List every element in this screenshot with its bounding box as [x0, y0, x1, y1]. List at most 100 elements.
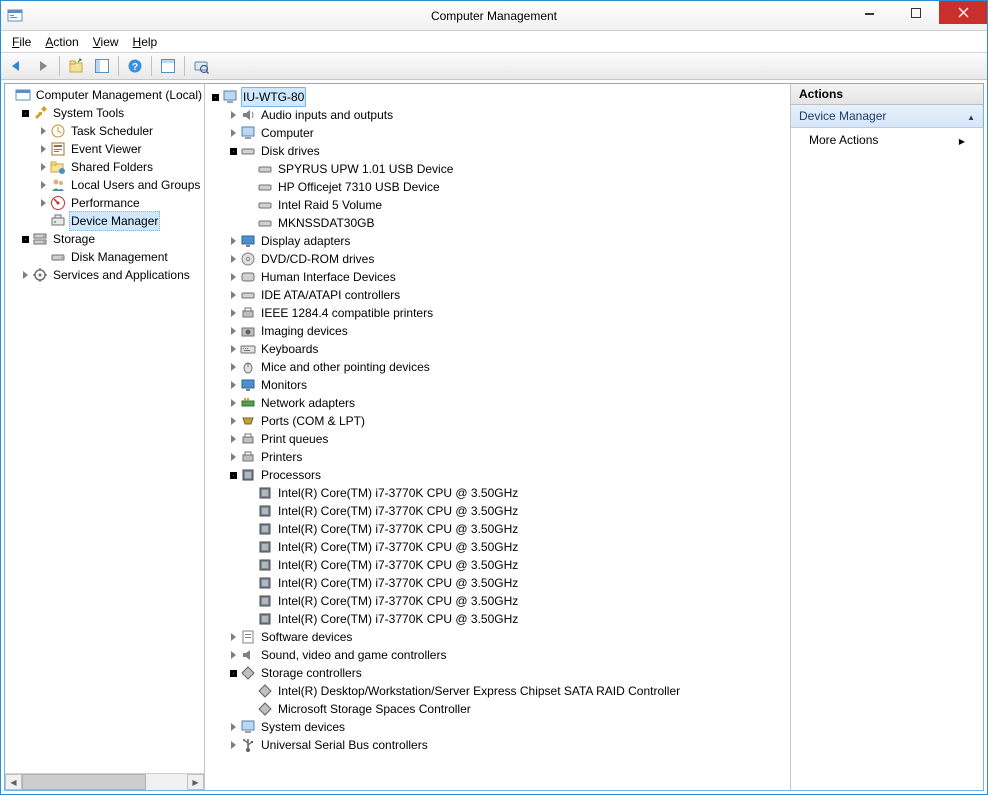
expand-icon[interactable]: [227, 361, 239, 373]
collapse-icon[interactable]: [227, 469, 239, 481]
horizontal-scrollbar[interactable]: ◀ ▶: [5, 773, 204, 790]
device-ide[interactable]: IDE ATA/ATAPI controllers: [207, 286, 790, 304]
expand-icon[interactable]: [227, 127, 239, 139]
expand-icon[interactable]: [227, 397, 239, 409]
menu-file[interactable]: File: [6, 34, 37, 50]
device-usb[interactable]: Universal Serial Bus controllers: [207, 736, 790, 754]
device-cpu-item[interactable]: Intel(R) Core(TM) i7-3770K CPU @ 3.50GHz: [207, 520, 790, 538]
scroll-right-button[interactable]: ▶: [187, 774, 204, 790]
minimize-button[interactable]: [847, 1, 893, 24]
device-root[interactable]: IU-WTG-80: [207, 88, 790, 106]
device-disk-item[interactable]: SPYRUS UPW 1.01 USB Device: [207, 160, 790, 178]
expand-icon[interactable]: [37, 179, 49, 191]
device-cpu-item[interactable]: Intel(R) Core(TM) i7-3770K CPU @ 3.50GHz: [207, 556, 790, 574]
device-sound[interactable]: Sound, video and game controllers: [207, 646, 790, 664]
up-button[interactable]: [64, 55, 88, 77]
device-disk-item[interactable]: HP Officejet 7310 USB Device: [207, 178, 790, 196]
device-disk-item[interactable]: MKNSSDAT30GB: [207, 214, 790, 232]
device-printq[interactable]: Print queues: [207, 430, 790, 448]
scroll-left-button[interactable]: ◀: [5, 774, 22, 790]
show-hide-tree-button[interactable]: [90, 55, 114, 77]
device-processors[interactable]: Processors: [207, 466, 790, 484]
menu-help[interactable]: Help: [127, 34, 164, 50]
scroll-thumb[interactable]: [22, 774, 146, 790]
expand-icon[interactable]: [227, 109, 239, 121]
device-computer[interactable]: Computer: [207, 124, 790, 142]
tree-storage[interactable]: Storage: [7, 230, 204, 248]
forward-button[interactable]: [31, 55, 55, 77]
expand-icon[interactable]: [19, 269, 31, 281]
collapse-icon[interactable]: [19, 107, 31, 119]
scan-button[interactable]: [189, 55, 213, 77]
device-cpu-item[interactable]: Intel(R) Core(TM) i7-3770K CPU @ 3.50GHz: [207, 610, 790, 628]
device-disk-item[interactable]: Intel Raid 5 Volume: [207, 196, 790, 214]
maximize-button[interactable]: [893, 1, 939, 24]
device-storage-item[interactable]: Microsoft Storage Spaces Controller: [207, 700, 790, 718]
device-storage-item[interactable]: Intel(R) Desktop/Workstation/Server Expr…: [207, 682, 790, 700]
expand-icon[interactable]: [227, 343, 239, 355]
expand-icon[interactable]: [227, 739, 239, 751]
device-mice[interactable]: Mice and other pointing devices: [207, 358, 790, 376]
menu-view[interactable]: View: [87, 34, 125, 50]
expand-icon[interactable]: [227, 271, 239, 283]
device-ieee[interactable]: IEEE 1284.4 compatible printers: [207, 304, 790, 322]
collapse-icon[interactable]: [227, 145, 239, 157]
close-button[interactable]: [939, 1, 987, 24]
expand-icon[interactable]: [227, 307, 239, 319]
menu-action[interactable]: Action: [39, 34, 84, 50]
collapse-icon[interactable]: [209, 91, 221, 103]
tree-event-viewer[interactable]: Event Viewer: [7, 140, 204, 158]
tree-device-manager[interactable]: Device Manager: [7, 212, 204, 230]
actions-section[interactable]: Device Manager: [791, 105, 983, 128]
expand-icon[interactable]: [227, 433, 239, 445]
expand-icon[interactable]: [37, 143, 49, 155]
collapse-icon[interactable]: [19, 233, 31, 245]
expand-icon[interactable]: [37, 125, 49, 137]
device-cpu-item[interactable]: Intel(R) Core(TM) i7-3770K CPU @ 3.50GHz: [207, 502, 790, 520]
device-software[interactable]: Software devices: [207, 628, 790, 646]
device-cpu-item[interactable]: Intel(R) Core(TM) i7-3770K CPU @ 3.50GHz: [207, 574, 790, 592]
device-tree[interactable]: IU-WTG-80 Audio inputs and outputs Compu…: [205, 86, 790, 756]
expand-icon[interactable]: [227, 451, 239, 463]
device-system[interactable]: System devices: [207, 718, 790, 736]
device-ports[interactable]: Ports (COM & LPT): [207, 412, 790, 430]
tree-local-users[interactable]: Local Users and Groups: [7, 176, 204, 194]
expand-icon[interactable]: [227, 415, 239, 427]
help-button[interactable]: ?: [123, 55, 147, 77]
expand-icon[interactable]: [37, 161, 49, 173]
expand-icon[interactable]: [227, 649, 239, 661]
tree-services-apps[interactable]: Services and Applications: [7, 266, 204, 284]
tree-performance[interactable]: Performance: [7, 194, 204, 212]
console-tree[interactable]: Computer Management (Local) System Tools…: [5, 84, 204, 286]
device-monitors[interactable]: Monitors: [207, 376, 790, 394]
device-network[interactable]: Network adapters: [207, 394, 790, 412]
device-imaging[interactable]: Imaging devices: [207, 322, 790, 340]
expand-icon[interactable]: [227, 325, 239, 337]
device-audio[interactable]: Audio inputs and outputs: [207, 106, 790, 124]
device-cpu-item[interactable]: Intel(R) Core(TM) i7-3770K CPU @ 3.50GHz: [207, 484, 790, 502]
expand-icon[interactable]: [227, 721, 239, 733]
expand-icon[interactable]: [227, 379, 239, 391]
expand-icon[interactable]: [37, 197, 49, 209]
device-printers[interactable]: Printers: [207, 448, 790, 466]
expand-icon[interactable]: [227, 631, 239, 643]
device-hid[interactable]: Human Interface Devices: [207, 268, 790, 286]
tree-task-scheduler[interactable]: Task Scheduler: [7, 122, 204, 140]
expand-icon[interactable]: [227, 289, 239, 301]
actions-more[interactable]: More Actions: [791, 128, 983, 152]
device-display[interactable]: Display adapters: [207, 232, 790, 250]
back-button[interactable]: [5, 55, 29, 77]
tree-disk-management[interactable]: Disk Management: [7, 248, 204, 266]
device-disk-drives[interactable]: Disk drives: [207, 142, 790, 160]
tree-shared-folders[interactable]: Shared Folders: [7, 158, 204, 176]
expand-icon[interactable]: [227, 253, 239, 265]
device-cpu-item[interactable]: Intel(R) Core(TM) i7-3770K CPU @ 3.50GHz: [207, 538, 790, 556]
device-cpu-item[interactable]: Intel(R) Core(TM) i7-3770K CPU @ 3.50GHz: [207, 592, 790, 610]
scroll-track[interactable]: [22, 774, 187, 790]
tree-system-tools[interactable]: System Tools: [7, 104, 204, 122]
device-storage-controllers[interactable]: Storage controllers: [207, 664, 790, 682]
properties-button[interactable]: [156, 55, 180, 77]
device-dvd[interactable]: DVD/CD-ROM drives: [207, 250, 790, 268]
collapse-icon[interactable]: [227, 667, 239, 679]
tree-root[interactable]: Computer Management (Local): [7, 86, 204, 104]
